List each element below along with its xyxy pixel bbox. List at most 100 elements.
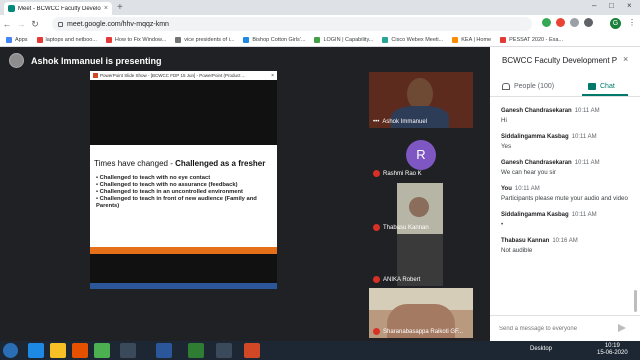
start-button[interactable] — [3, 343, 18, 358]
taskbar: Desktop 10:19 15-06-2020 — [0, 341, 640, 360]
powerpoint-icon[interactable] — [244, 343, 260, 358]
chat-compose — [490, 315, 640, 341]
participant-tile[interactable]: ••• Ashok Immanuel — [369, 72, 473, 128]
maximize-icon[interactable]: □ — [609, 1, 614, 10]
tab-people-label: People (100) — [514, 83, 555, 90]
taskbar-app-icon[interactable] — [216, 343, 232, 358]
participant-tile[interactable]: ANIKA Robert — [369, 234, 473, 286]
muted-mic-icon — [373, 170, 380, 177]
close-panel-icon[interactable]: × — [623, 54, 628, 64]
tab-chat[interactable]: Chat — [588, 83, 615, 90]
desktop-toolbar-label[interactable]: Desktop — [530, 346, 552, 352]
message-time: 10:11 AM — [574, 160, 600, 166]
participant-name-row: Sharanabasappa Raikoti GF... — [373, 328, 463, 335]
profile-avatar[interactable]: G — [610, 18, 621, 29]
chat-icon — [588, 83, 596, 90]
people-icon — [502, 83, 510, 90]
extensions-icon[interactable] — [584, 18, 593, 27]
participant-tile[interactable]: Sharanabasappa Raikoti GF... — [369, 288, 473, 338]
minimize-icon[interactable]: – — [592, 1, 596, 10]
clock-date: 15-06-2020 — [597, 350, 628, 356]
close-tab-icon[interactable]: × — [104, 5, 108, 12]
bookmark[interactable]: vice presidents of i... — [175, 36, 234, 43]
side-panel: BCWCC Faculty Development P... × People … — [490, 47, 640, 341]
shared-screen: PowerPoint Slide Show - [BCWCC FDP 15 Ju… — [90, 71, 277, 289]
send-icon[interactable] — [618, 324, 626, 332]
participant-initial-avatar: R — [406, 140, 436, 170]
presenting-text: Ashok Immanuel is presenting — [31, 55, 162, 66]
url-field[interactable]: meet.google.com/hhv-mqqz-kmn — [52, 17, 532, 31]
slide-bullets: Challenged to teach with no eye contact … — [96, 175, 277, 210]
active-tab-indicator — [582, 94, 628, 96]
muted-mic-icon — [373, 224, 380, 231]
message-header: Siddalingamma Kasbag 10:11 AM — [501, 134, 631, 140]
bookmark[interactable]: laptops and netboo... — [36, 36, 97, 43]
chrome-icon[interactable] — [94, 343, 110, 358]
participant-name: Sharanabasappa Raikoti GF... — [383, 328, 464, 335]
muted-mic-icon — [373, 328, 380, 335]
record-icon[interactable] — [556, 18, 565, 27]
reload-icon[interactable]: ↻ — [28, 19, 42, 30]
message-header: Ganesh Chandrasekaran 10:11 AM — [501, 160, 631, 166]
bookmark[interactable]: Cisco Webex Meeti... — [382, 36, 443, 43]
bookmark[interactable]: KEA | Home — [452, 36, 491, 43]
chat-message-input[interactable] — [499, 323, 609, 334]
bookmark[interactable]: Apps — [6, 36, 28, 43]
chrome-window-icon[interactable] — [120, 343, 136, 358]
system-clock[interactable]: 10:19 15-06-2020 — [597, 343, 628, 357]
message-sender: Ganesh Chandrasekaran — [501, 160, 572, 166]
forward-icon[interactable]: → — [14, 19, 28, 29]
bookmark[interactable]: PESSAT 2020 - Exa... — [500, 36, 563, 43]
close-window-icon[interactable]: × — [627, 1, 632, 10]
message-header: Siddalingamma Kasbag 10:11 AM — [501, 212, 631, 218]
message-sender: Siddalingamma Kasbag — [501, 212, 569, 218]
participant-name: ANIKA Robert — [383, 276, 421, 283]
message-time: 10:11 AM — [571, 212, 597, 218]
slide-heading: Times have changed - Challenged as a fre… — [94, 159, 266, 168]
participant-tile[interactable]: Thabasu Kannan — [369, 183, 473, 234]
back-icon[interactable]: ← — [0, 19, 14, 29]
presenter-banner: Ashok Immanuel is presenting — [9, 53, 162, 68]
star-icon[interactable] — [570, 18, 579, 27]
bookmark[interactable]: How to Fix Window... — [105, 36, 166, 43]
message-time: 10:11 AM — [574, 108, 600, 114]
bookmark[interactable]: Bishop Cotton Girls'... — [243, 36, 305, 43]
bookmark-favicon-icon — [243, 36, 250, 43]
slide-bullet: Challenged to teach with no assurance (f… — [96, 182, 277, 189]
muted-mic-icon — [373, 276, 380, 283]
new-tab-button[interactable]: + — [117, 2, 123, 13]
apps-grid-icon — [6, 36, 12, 43]
slideshow-window-title: PowerPoint Slide Show - [BCWCC FDP 15 Ju… — [100, 73, 246, 78]
message-time: 10:11 AM — [571, 134, 597, 140]
more-options-icon[interactable]: ••• — [373, 119, 379, 125]
participant-tile[interactable]: R Rashmi Rao K — [369, 131, 473, 180]
message-time: 10:11 AM — [514, 186, 540, 192]
message-sender: Siddalingamma Kasbag — [501, 134, 569, 140]
bookmark-favicon-icon — [452, 36, 459, 43]
message-header: You 10:11 AM — [501, 186, 631, 192]
tab-chat-label: Chat — [600, 83, 615, 90]
file-explorer-icon[interactable] — [50, 343, 66, 358]
message-sender: You — [501, 186, 512, 192]
chat-scrollbar[interactable] — [634, 290, 637, 312]
extension-icon[interactable] — [542, 18, 551, 27]
media-player-icon[interactable] — [72, 343, 88, 358]
check-app-icon[interactable] — [188, 343, 204, 358]
participant-name: Thabasu Kannan — [383, 224, 429, 231]
slideshow-titlebar: PowerPoint Slide Show - [BCWCC FDP 15 Ju… — [90, 71, 277, 80]
message-text: Yes — [501, 143, 512, 150]
tab-people[interactable]: People (100) — [502, 83, 554, 90]
bookmark[interactable]: LOGIN | Capability... — [314, 36, 373, 43]
webex-favicon-icon — [382, 36, 389, 43]
word-icon[interactable] — [156, 343, 172, 358]
message-text: Not audible — [501, 247, 533, 254]
message-header: Thabasu Kannan 10:16 AM — [501, 238, 631, 244]
clock-time: 10:19 — [604, 343, 620, 349]
chat-message: Ganesh Chandrasekaran 10:11 AM We can hear… — [501, 160, 631, 177]
menu-icon[interactable]: ⋮ — [628, 18, 636, 27]
browser-tab[interactable]: Meet - BCWCC Faculty Develo × — [4, 2, 112, 15]
panel-tabs: People (100) Chat — [490, 77, 640, 97]
internet-explorer-icon[interactable] — [28, 343, 44, 358]
lock-icon — [58, 21, 63, 27]
slide: Times have changed - Challenged as a fre… — [90, 145, 277, 254]
